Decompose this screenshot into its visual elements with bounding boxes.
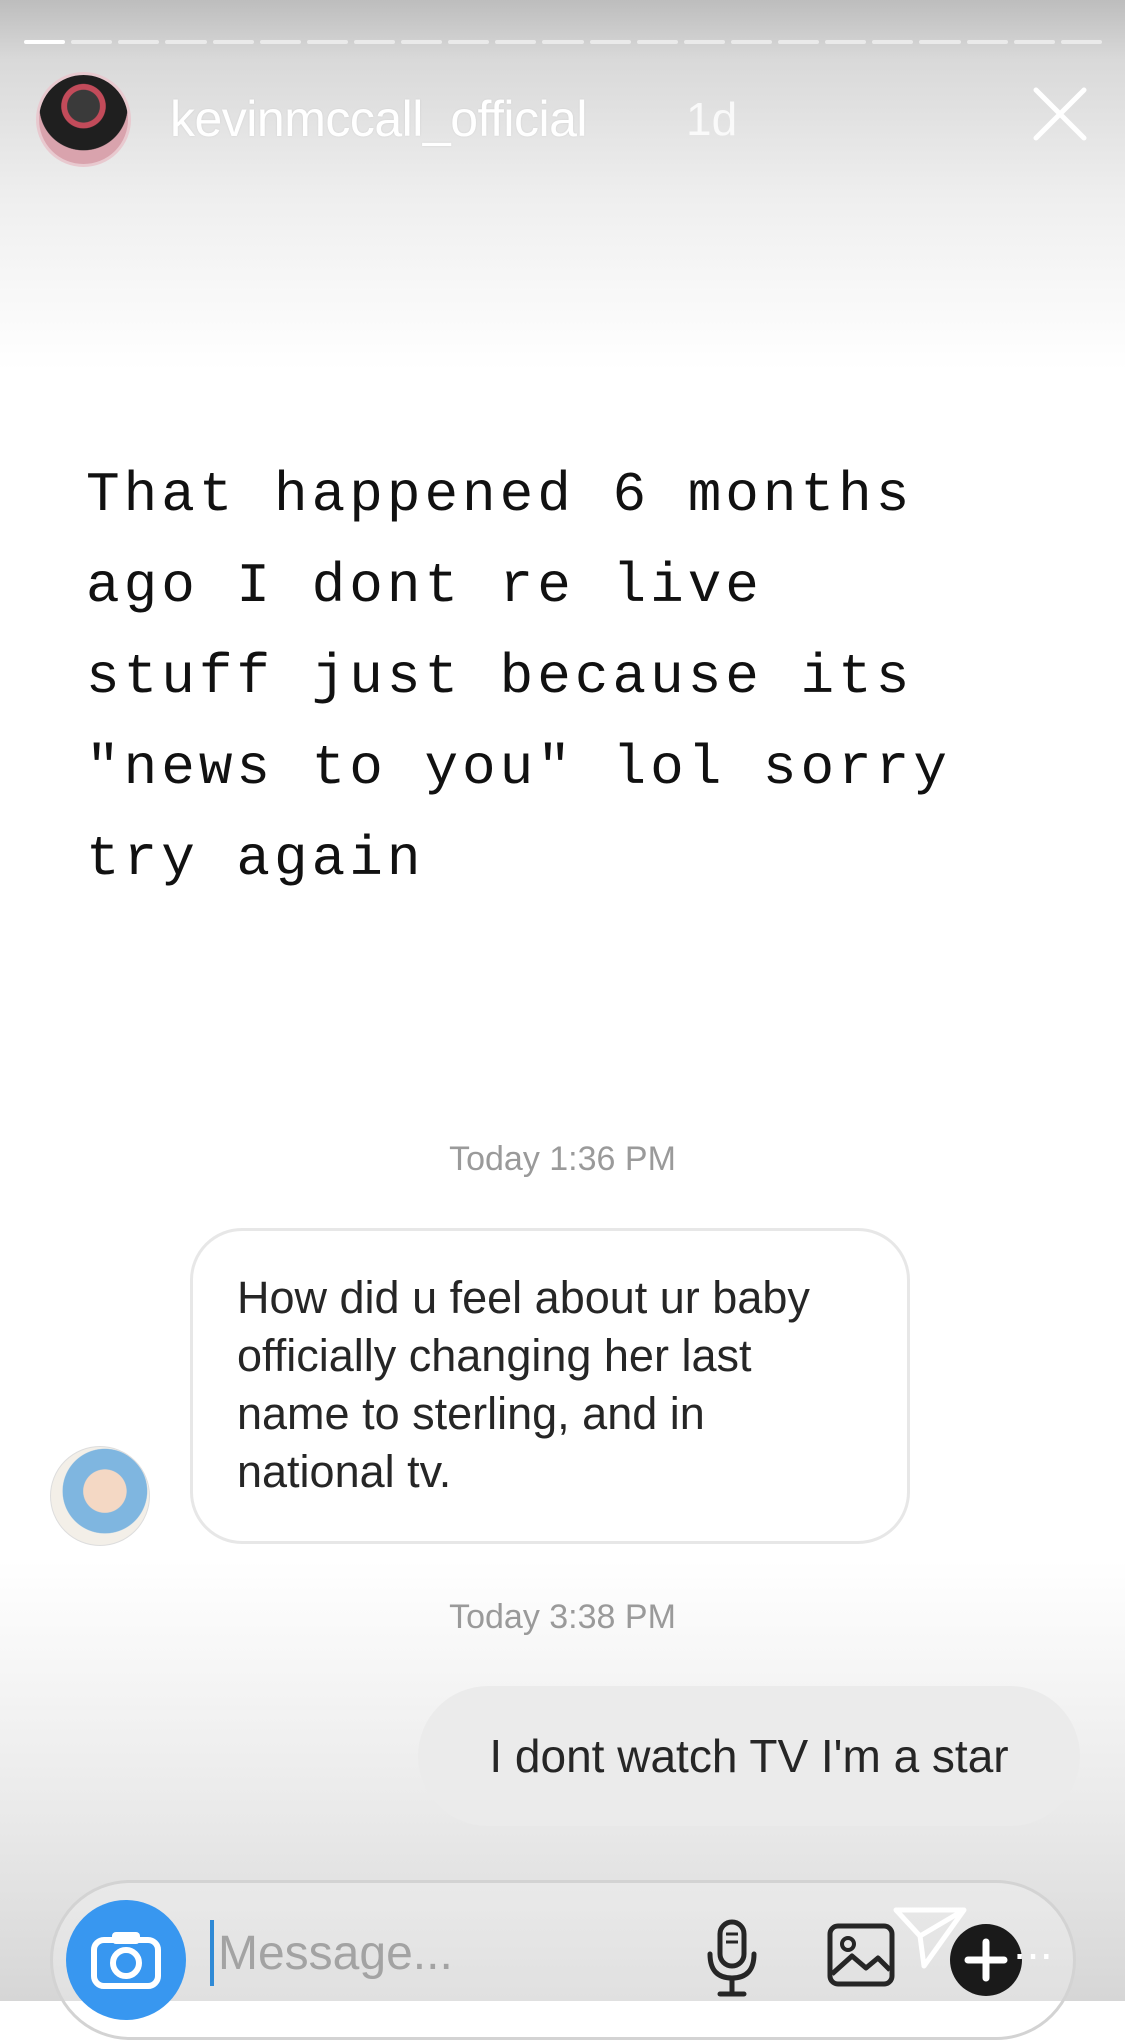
progress-segment [306, 40, 348, 44]
incoming-message-bubble: How did u feel about ur baby officially … [190, 1228, 910, 1544]
progress-segment [778, 40, 820, 44]
message-input[interactable]: Message... [218, 1926, 453, 1981]
story-text: That happened 6 months ago I dont re liv… [86, 463, 951, 891]
time-ago: 1d [686, 93, 738, 145]
progress-segment [495, 40, 537, 44]
username[interactable]: kevinmccall_official [170, 90, 588, 148]
progress-segment [589, 40, 631, 44]
progress-segment [683, 40, 725, 44]
progress-segment [165, 40, 207, 44]
progress-segment [448, 40, 490, 44]
close-icon[interactable] [1030, 84, 1090, 144]
progress-segment [71, 40, 113, 44]
outgoing-message-text: I dont watch TV I'm a star [489, 1730, 1009, 1782]
progress-segment [212, 40, 254, 44]
top-gradient [0, 0, 1125, 370]
progress-segment [730, 40, 772, 44]
microphone-icon[interactable] [700, 1918, 764, 1998]
text-caret [210, 1920, 214, 1986]
image-icon[interactable] [826, 1922, 896, 1988]
sender-avatar [50, 1446, 150, 1546]
more-icon[interactable]: ··· [1012, 1926, 1054, 1980]
progress-segment [118, 40, 160, 44]
outgoing-message-bubble: I dont watch TV I'm a star [418, 1686, 1080, 1826]
progress-segment [966, 40, 1008, 44]
progress-segment [636, 40, 678, 44]
story-progress-bar [24, 40, 1102, 45]
message-timestamp: Today 1:36 PM [449, 1140, 676, 1178]
progress-segment [353, 40, 395, 44]
message-timestamp: Today 3:38 PM [449, 1598, 676, 1636]
progress-segment [1060, 40, 1102, 44]
progress-segment [542, 40, 584, 44]
incoming-message-text: How did u feel about ur baby officially … [237, 1272, 810, 1497]
story-header: kevinmccall_official 1d [36, 72, 1096, 167]
progress-segment [24, 40, 66, 44]
camera-icon [91, 1932, 161, 1989]
progress-segment [872, 40, 914, 44]
progress-segment [1013, 40, 1055, 44]
progress-segment [259, 40, 301, 44]
progress-segment [401, 40, 443, 44]
progress-segment [825, 40, 867, 44]
camera-button[interactable] [66, 1900, 186, 2020]
avatar[interactable] [36, 72, 131, 167]
progress-segment [919, 40, 961, 44]
